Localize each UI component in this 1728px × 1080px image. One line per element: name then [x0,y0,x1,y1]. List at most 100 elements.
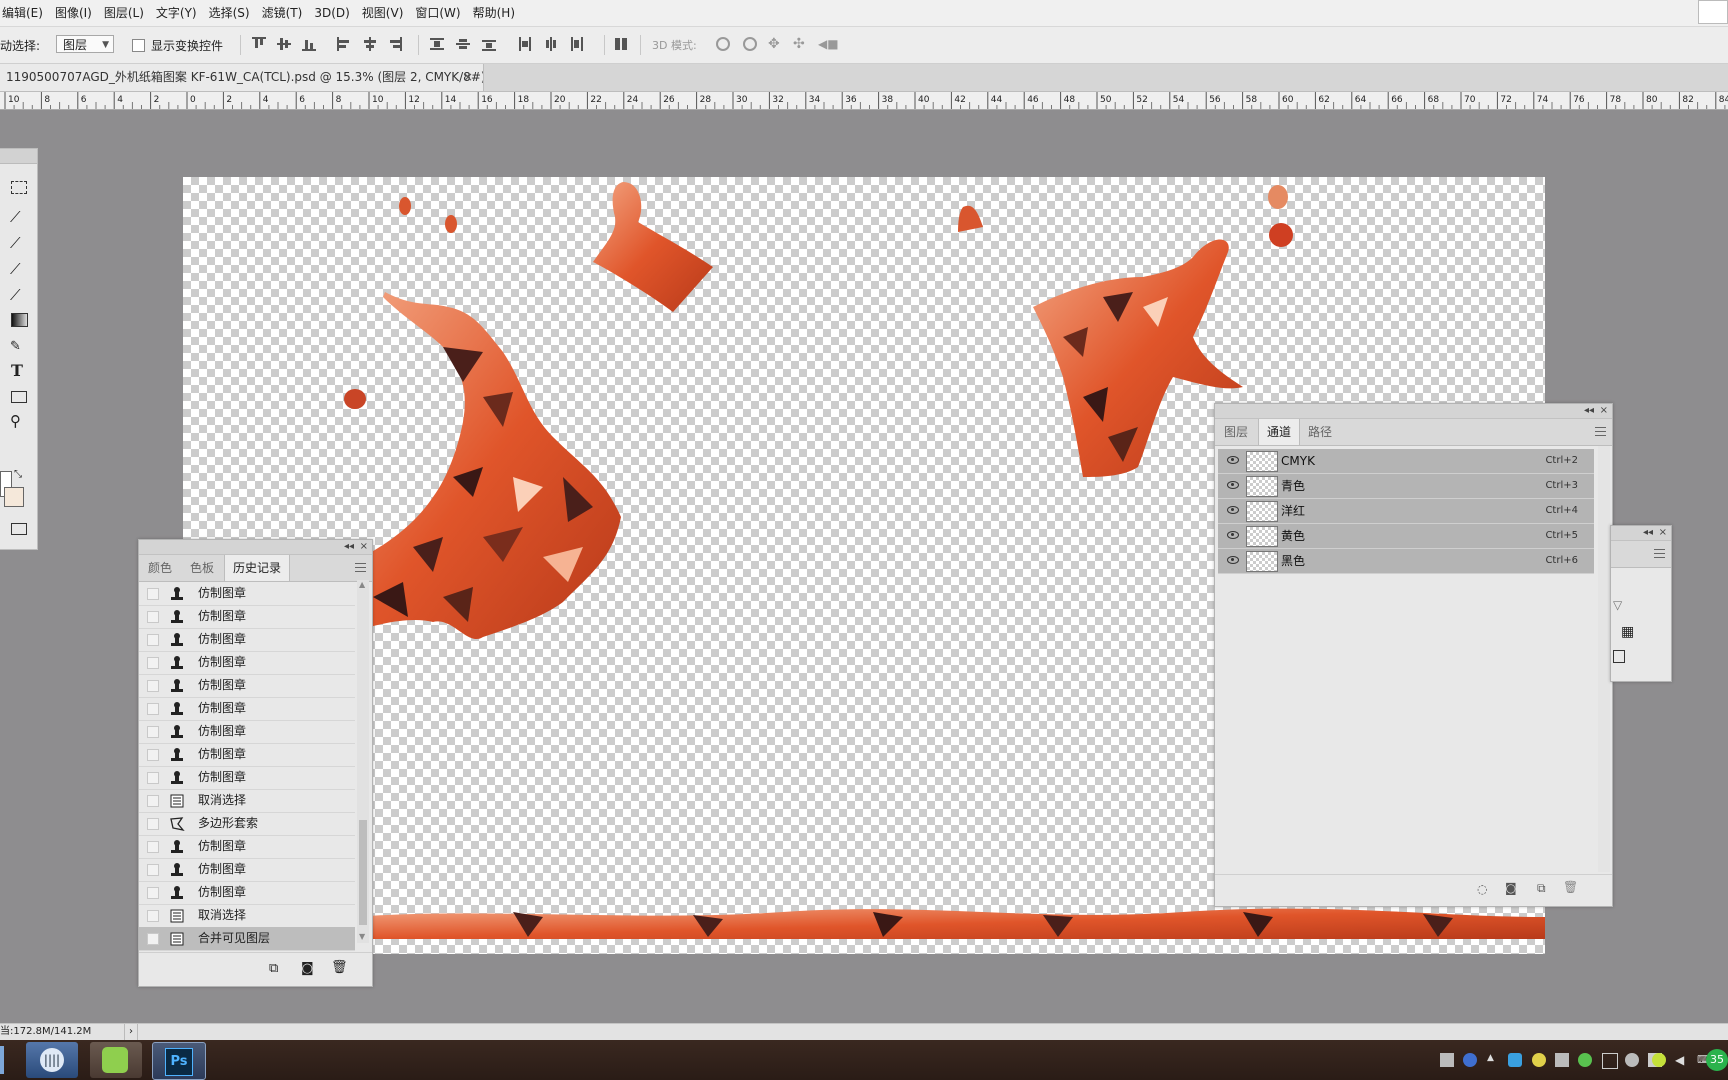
screen-mode-icon[interactable] [11,523,27,535]
close-icon[interactable]: × [360,540,368,554]
channel-row[interactable]: 黑色 Ctrl+6 [1218,549,1594,574]
magic-wand-icon[interactable]: ⟋ [10,207,30,227]
eye-icon[interactable] [1227,531,1239,539]
align-left-icon[interactable] [337,37,351,51]
tray-app-icon[interactable] [1555,1053,1569,1067]
auto-align-icon[interactable] [614,37,628,51]
taskbar-app-photoshop[interactable]: Ps [152,1042,206,1080]
history-state[interactable]: 仿制图章 [139,743,355,767]
type-tool-icon[interactable]: T [11,361,31,381]
channels-scrollbar[interactable] [1598,446,1610,872]
marquee-tool-icon[interactable] [11,181,27,194]
background-color-swatch[interactable] [4,487,24,507]
history-brush-source-checkbox[interactable] [147,772,159,784]
tab-history[interactable]: 历史记录 [224,555,291,581]
history-state[interactable]: 仿制图章 [139,881,355,905]
align-top-icon[interactable] [252,37,266,51]
distribute-top-icon[interactable] [430,37,444,51]
distribute-hcenter-icon[interactable] [544,37,558,51]
window-restore-button[interactable] [1698,0,1728,24]
menu-edit[interactable]: 编辑(E) [0,0,49,26]
close-icon[interactable]: × [463,64,473,91]
history-state[interactable]: 仿制图章 [139,628,355,652]
start-edge[interactable] [0,1046,4,1074]
tray-app-icon[interactable] [1652,1053,1666,1067]
scale-3d-icon[interactable]: ◀■ [818,37,839,51]
tab-color[interactable]: 颜色 [140,555,180,581]
panel-menu-icon[interactable] [1654,549,1665,558]
volume-icon[interactable]: ◀ [1675,1053,1689,1067]
tray-app-icon[interactable] [1508,1053,1522,1067]
history-state[interactable]: 仿制图章 [139,605,355,629]
history-brush-source-checkbox[interactable] [147,887,159,899]
menu-select[interactable]: 选择(S) [203,0,256,26]
history-state[interactable]: 取消选择 [139,789,355,813]
menu-layer[interactable]: 图层(L) [98,0,150,26]
menu-help[interactable]: 帮助(H) [467,0,521,26]
trash-icon[interactable]: 🗑 [331,960,348,975]
new-document-from-state-icon[interactable]: ⧉ [269,961,278,976]
distribute-left-icon[interactable] [518,37,532,51]
history-brush-source-checkbox[interactable] [147,910,159,922]
close-icon[interactable]: × [1659,526,1667,540]
save-selection-mask-icon[interactable]: ◙ [1505,881,1517,895]
collapse-icon[interactable]: ◂◂ [344,540,354,554]
history-state[interactable]: 仿制图章 [139,697,355,721]
history-brush-icon[interactable]: ⟋ [10,285,30,305]
taskbar-app-green[interactable] [90,1042,142,1078]
menu-type[interactable]: 文字(Y) [150,0,203,26]
align-right-icon[interactable] [388,37,402,51]
history-brush-source-checkbox[interactable] [147,818,159,830]
eye-icon[interactable] [1227,506,1239,514]
menu-3d[interactable]: 3D(D) [308,0,355,26]
panel-header[interactable]: ◂◂ × [1215,404,1612,419]
channel-row[interactable]: 青色 Ctrl+3 [1218,474,1594,499]
gradient-tool-icon[interactable] [11,313,28,327]
collapse-icon[interactable]: ◂◂ [1643,526,1653,540]
panel-header[interactable]: ◂◂ × [139,540,372,555]
trash-icon[interactable]: 🗑 [1563,880,1578,894]
history-brush-source-checkbox[interactable] [147,657,159,669]
tray-app-icon[interactable] [1532,1053,1546,1067]
history-brush-source-checkbox[interactable] [147,795,159,807]
history-state[interactable]: 合并可见图层 [139,927,355,951]
menu-filter[interactable]: 滤镜(T) [256,0,309,26]
load-selection-icon[interactable]: ◌ [1477,882,1487,896]
history-state[interactable]: 仿制图章 [139,582,355,606]
rectangle-tool-icon[interactable] [11,391,27,403]
history-state[interactable]: 多边形套索 [139,812,355,836]
tray-app-icon[interactable] [1625,1053,1639,1067]
history-state[interactable]: 仿制图章 [139,674,355,698]
panel-menu-icon[interactable] [1595,427,1606,436]
roll-3d-icon[interactable] [743,37,757,51]
panel-header[interactable]: ◂◂ × [1611,526,1671,541]
grid-icon[interactable]: ▦ [1621,624,1634,640]
eye-icon[interactable] [1227,556,1239,564]
pan-3d-icon[interactable]: ✥ [768,37,782,51]
history-brush-source-checkbox[interactable] [147,841,159,853]
history-brush-source-checkbox[interactable] [147,634,159,646]
distribute-right-icon[interactable] [570,37,584,51]
triangle-icon[interactable]: ▽ [1613,598,1622,612]
new-channel-icon[interactable]: ⧉ [1537,881,1546,896]
history-state[interactable]: 仿制图章 [139,858,355,882]
history-brush-source-checkbox[interactable] [147,588,159,600]
keyboard-icon[interactable] [1440,1053,1454,1067]
history-brush-source-checkbox[interactable] [147,611,159,623]
history-state[interactable]: 仿制图章 [139,651,355,675]
history-state[interactable]: 仿制图章 [139,766,355,790]
history-brush-source-checkbox[interactable] [147,680,159,692]
history-brush-source-checkbox[interactable] [147,933,159,945]
distribute-vcenter-icon[interactable] [456,37,470,51]
tray-chevron-icon[interactable]: ▲ [1487,1053,1501,1067]
slide-3d-icon[interactable]: ✣ [793,37,807,51]
menu-window[interactable]: 窗口(W) [409,0,466,26]
tab-layers[interactable]: 图层 [1216,419,1256,445]
show-transform-checkbox[interactable] [132,39,145,52]
panel-menu-icon[interactable] [355,563,366,572]
taskbar-app-barcode[interactable]: |||| [26,1042,78,1078]
document-tab[interactable]: 1190500707AGD_外机纸箱图案 KF-61W_CA(TCL).psd … [0,64,484,91]
history-brush-source-checkbox[interactable] [147,703,159,715]
brush-icon[interactable]: ⟋ [10,259,30,279]
eye-icon[interactable] [1227,456,1239,464]
